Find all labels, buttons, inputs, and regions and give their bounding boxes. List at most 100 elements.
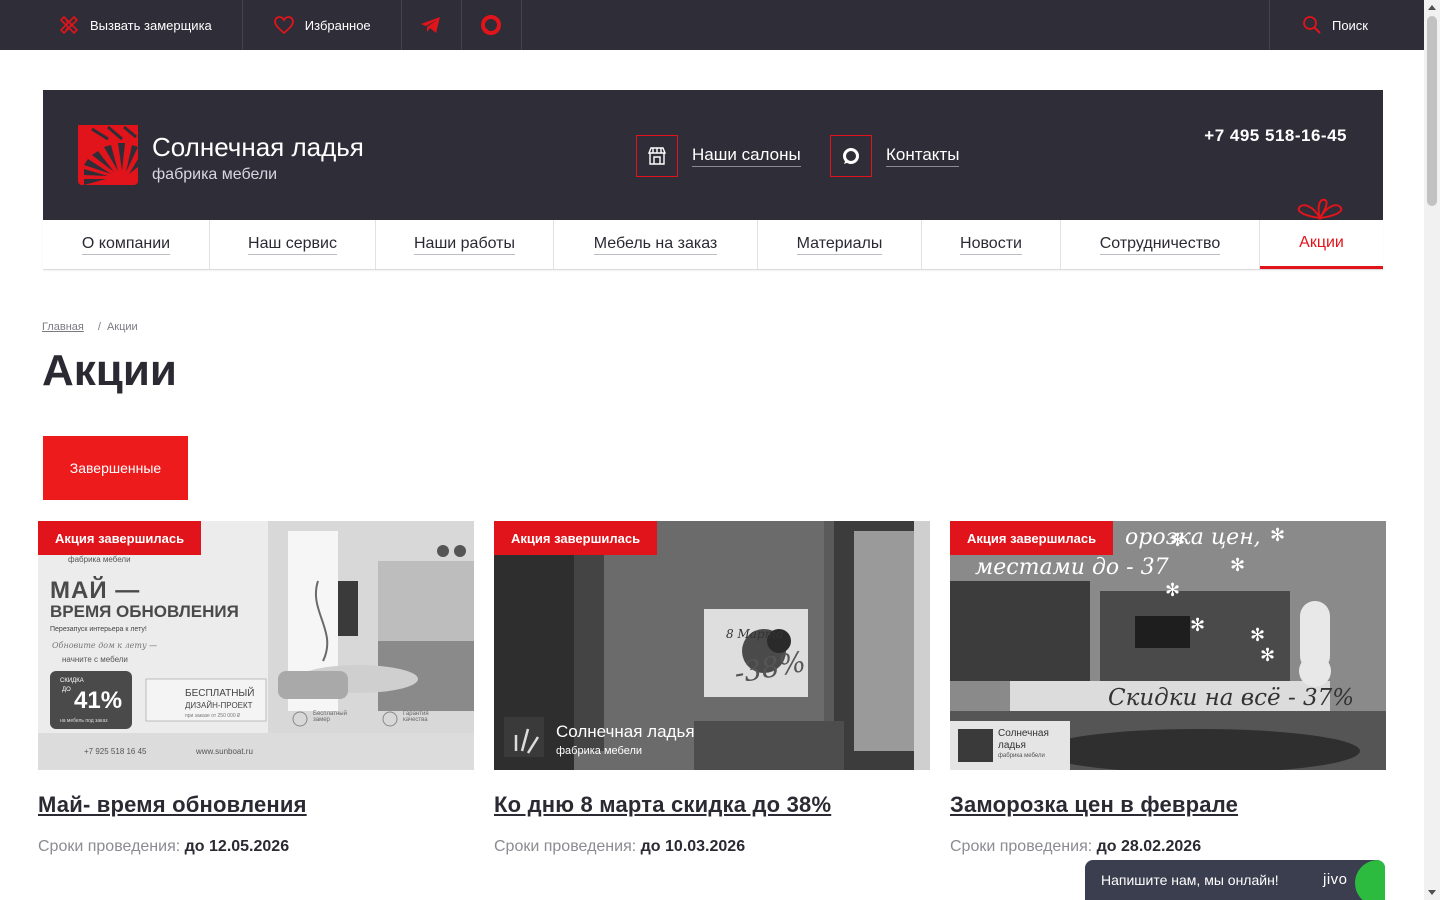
brand-name: Солнечная ладья — [152, 131, 364, 162]
dates-value: до 28.02.2026 — [1096, 838, 1202, 855]
dates-label: Сроки проведения: — [950, 838, 1093, 855]
tv-text: 8 Марта — [726, 627, 784, 641]
status-badge: Акция завершилась — [38, 521, 202, 555]
banner-script-text: Обновите дом к лету — — [52, 641, 158, 650]
tab-completed[interactable]: Завершенные — [43, 436, 188, 500]
promo-card: ✻ ✻ ✻ ✻ ✻ ✻ ✻ орозка цен, местами до - 37 Скид… — [950, 521, 1386, 856]
promo-card: фабрика мебели МАЙ — ВРЕМЯ ОБНОВЛЕНИЯ Пе… — [38, 521, 474, 856]
nav-item-works[interactable]: Наши работы — [376, 220, 554, 269]
scroll-down-arrow-icon[interactable] — [1428, 890, 1436, 895]
banner-brand-name-2: ладья — [998, 740, 1026, 751]
banner-free-2: ДИЗАЙН-ПРОЕКТ — [185, 701, 253, 710]
nav-item-label: Наш сервис — [248, 235, 337, 255]
chat-button[interactable] — [462, 0, 522, 50]
storefront-icon — [636, 135, 678, 177]
banner-headline: МАЙ — — [50, 577, 141, 604]
nav-item-about[interactable]: О компании — [43, 220, 210, 269]
banner-text-1: орозка цен, — [1125, 525, 1261, 550]
banner-text-2: местами до - 37 — [975, 555, 1169, 580]
nav-item-materials[interactable]: Материалы — [758, 220, 922, 269]
dates-label: Сроки проведения: — [494, 838, 637, 855]
promo-card-dates: Сроки проведения: до 10.03.2026 — [494, 838, 930, 856]
our-salons-link[interactable]: Наши салоны — [636, 135, 801, 177]
nav-item-label: О компании — [81, 235, 171, 255]
svg-text:✻: ✻ — [1270, 525, 1285, 545]
site-header: Солнечная ладья фабрика мебели Наши сало… — [43, 90, 1383, 221]
message-icon — [830, 135, 872, 177]
banner-discount-to: ДО — [62, 687, 71, 693]
banner-site: www.sunboat.ru — [196, 747, 253, 756]
favorites-button[interactable]: Избранное — [243, 0, 402, 50]
banner-discount-label: СКИДКА — [60, 678, 84, 684]
banner-feature-1: Бесплатный замер — [313, 711, 347, 723]
contacts-label: Контакты — [886, 145, 960, 167]
svg-text:✻: ✻ — [1250, 625, 1265, 645]
call-measurer-button[interactable]: Вызвать замерщика — [0, 0, 243, 50]
ruler-icon — [58, 14, 80, 36]
banner-subheadline: Перезапуск интерьера к лету! — [50, 626, 147, 633]
nav-item-news[interactable]: Новости — [922, 220, 1061, 269]
banner-text-3: Скидки на всё - 37% — [1108, 685, 1355, 711]
nav-item-cooperation[interactable]: Сотрудничество — [1061, 220, 1260, 269]
breadcrumb-home[interactable]: Главная — [42, 321, 84, 333]
top-bar: Вызвать замерщика Избранное Поиск — [0, 0, 1424, 50]
nav-item-promotions[interactable]: Акции — [1260, 220, 1383, 269]
dates-value: до 12.05.2026 — [184, 838, 290, 855]
telegram-button[interactable] — [402, 0, 462, 50]
contacts-link[interactable]: Контакты — [830, 135, 960, 177]
top-bar-spacer — [522, 0, 1269, 50]
nav-item-label: Материалы — [796, 235, 883, 255]
svg-text:✻: ✻ — [1230, 555, 1245, 575]
site-logo[interactable]: Солнечная ладья фабрика мебели — [78, 125, 364, 190]
scrollbar-thumb[interactable] — [1427, 16, 1437, 206]
status-badge: Акция завершилась — [494, 521, 658, 555]
nav-item-label: Сотрудничество — [1099, 235, 1221, 255]
dates-value: до 10.03.2026 — [640, 838, 746, 855]
banner-brand-sub: фабрика мебели — [556, 745, 643, 757]
breadcrumb: Главная / Акции — [42, 321, 138, 333]
chat-widget-label: Напишите нам, мы онлайн! — [1101, 872, 1279, 888]
svg-text:✻: ✻ — [1260, 645, 1275, 665]
banner-phone: +7 925 518 16 45 — [84, 747, 147, 756]
call-measurer-label: Вызвать замерщика — [90, 17, 212, 33]
chat-bubble-icon — [480, 14, 502, 36]
banner-discount-note: на мебель под заказ — [60, 718, 108, 724]
scroll-up-arrow-icon[interactable] — [1428, 5, 1436, 10]
promo-card-title[interactable]: Май- время обновления — [38, 792, 307, 818]
promo-card-dates: Сроки проведения: до 28.02.2026 — [950, 838, 1386, 856]
search-label: Поиск — [1331, 17, 1368, 33]
promo-card-image[interactable]: фабрика мебели МАЙ — ВРЕМЯ ОБНОВЛЕНИЯ Пе… — [38, 521, 474, 770]
promo-card-title[interactable]: Заморозка цен в феврале — [950, 792, 1238, 818]
telegram-icon — [420, 16, 442, 34]
page-scrollbar[interactable] — [1424, 0, 1440, 900]
favorites-label: Избранное — [304, 17, 371, 33]
banner-headline-2: ВРЕМЯ ОБНОВЛЕНИЯ — [50, 602, 239, 621]
search-button[interactable]: Поиск — [1268, 0, 1424, 50]
banner-brand-name: Солнечная ладья — [556, 722, 695, 741]
nav-item-custom-furniture[interactable]: Мебель на заказ — [554, 220, 758, 269]
nav-item-label: Акции — [1299, 233, 1344, 251]
banner-free-1: БЕСПЛАТНЫЙ — [185, 688, 255, 699]
sun-boat-logo-icon — [78, 125, 138, 190]
header-phone[interactable]: +7 495 518-16-45 — [1204, 126, 1347, 146]
page-title: Акции — [42, 346, 177, 395]
online-indicator — [1355, 860, 1385, 900]
banner-brand-name: Солнечная — [998, 728, 1049, 739]
online-chat-widget[interactable]: Напишите нам, мы онлайн! jivo — [1085, 860, 1385, 900]
promo-card-image[interactable]: 8 Марта -38% Солнечная ладья фабрика меб… — [494, 521, 930, 770]
breadcrumb-separator: / — [97, 321, 101, 333]
nav-item-label: Новости — [960, 235, 1022, 255]
jivo-logo: jivo — [1323, 871, 1348, 888]
nav-item-service[interactable]: Наш сервис — [210, 220, 376, 269]
banner-script-text-2: начните с мебели — [62, 655, 128, 664]
banner-feature-2: Гарантия качества — [403, 711, 429, 723]
svg-text:✻: ✻ — [1165, 580, 1180, 600]
promo-card-image[interactable]: ✻ ✻ ✻ ✻ ✻ ✻ ✻ орозка цен, местами до - 37 Скид… — [950, 521, 1386, 770]
status-badge: Акция завершилась — [950, 521, 1114, 555]
nav-item-label: Мебель на заказ — [593, 235, 718, 255]
promo-card-title[interactable]: Ко дню 8 марта скидка до 38% — [494, 792, 831, 818]
banner-free-note: при заказе от 250 000 ₽ — [185, 713, 241, 719]
banner-brand-sub: фабрика мебели — [998, 753, 1045, 759]
banner-discount-value: 41% — [74, 687, 123, 714]
svg-text:✻: ✻ — [1190, 615, 1205, 635]
